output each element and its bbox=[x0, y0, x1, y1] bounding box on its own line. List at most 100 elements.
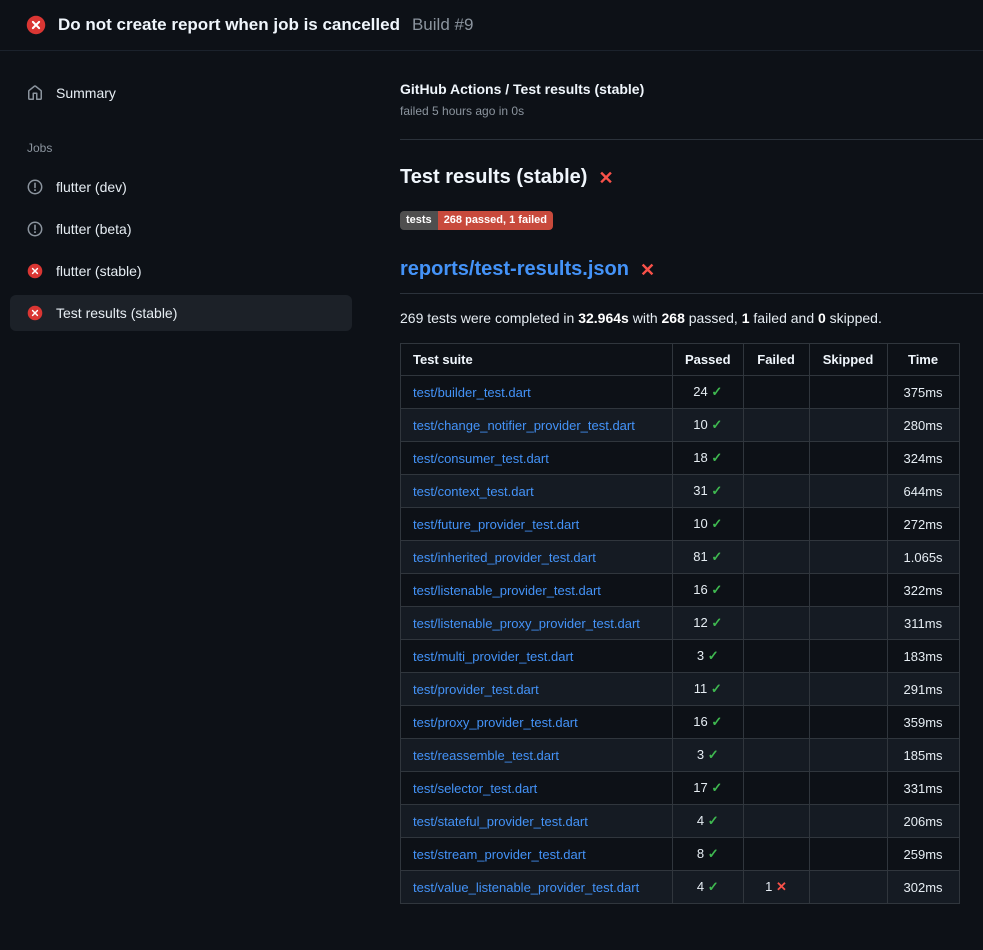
suite-link[interactable]: test/selector_test.dart bbox=[413, 781, 537, 796]
skipped-cell bbox=[809, 640, 887, 673]
time-cell: 311ms bbox=[887, 607, 959, 640]
failed-cell: 1 ✕ bbox=[743, 871, 809, 904]
failed-cell bbox=[743, 475, 809, 508]
count-value: 18 bbox=[693, 450, 707, 465]
skipped-cell bbox=[809, 475, 887, 508]
summary-passed-count: 268 bbox=[662, 310, 685, 326]
time-cell: 322ms bbox=[887, 574, 959, 607]
suite-link[interactable]: test/inherited_provider_test.dart bbox=[413, 550, 596, 565]
suite-link[interactable]: test/proxy_provider_test.dart bbox=[413, 715, 578, 730]
sidebar-item-summary[interactable]: Summary bbox=[10, 75, 352, 111]
run-failed-icon bbox=[26, 15, 46, 35]
suite-link[interactable]: test/change_notifier_provider_test.dart bbox=[413, 418, 635, 433]
time-cell: 185ms bbox=[887, 739, 959, 772]
skipped-cell bbox=[809, 508, 887, 541]
failed-cell bbox=[743, 508, 809, 541]
suite-link[interactable]: test/context_test.dart bbox=[413, 484, 534, 499]
suite-link[interactable]: test/stateful_provider_test.dart bbox=[413, 814, 588, 829]
x-circle-icon bbox=[27, 305, 43, 321]
pass-check-icon: ✓ bbox=[711, 384, 722, 399]
pass-check-icon: ✓ bbox=[711, 714, 722, 729]
count-value: 11 bbox=[694, 681, 708, 696]
run-title: Do not create report when job is cancell… bbox=[58, 15, 400, 35]
suite-cell: test/listenable_provider_test.dart bbox=[401, 574, 673, 607]
summary-skipped-count: 0 bbox=[818, 310, 826, 326]
suite-link[interactable]: test/stream_provider_test.dart bbox=[413, 847, 586, 862]
suite-link[interactable]: test/listenable_provider_test.dart bbox=[413, 583, 601, 598]
failed-cell bbox=[743, 574, 809, 607]
time-cell: 359ms bbox=[887, 706, 959, 739]
column-header-time: Time bbox=[887, 344, 959, 376]
count-value: 3 bbox=[697, 648, 704, 663]
column-header-test-suite: Test suite bbox=[401, 344, 673, 376]
breadcrumb[interactable]: GitHub Actions / Test results (stable) bbox=[400, 81, 983, 97]
suite-cell: test/stateful_provider_test.dart bbox=[401, 805, 673, 838]
app-root: Do not create report when job is cancell… bbox=[0, 0, 983, 904]
suite-cell: test/future_provider_test.dart bbox=[401, 508, 673, 541]
suite-link[interactable]: test/reassemble_test.dart bbox=[413, 748, 559, 763]
table-row: test/future_provider_test.dart 10 ✓ 272m… bbox=[401, 508, 960, 541]
failed-cell bbox=[743, 376, 809, 409]
suite-link[interactable]: test/multi_provider_test.dart bbox=[413, 649, 573, 664]
sidebar: Summary Jobs flutter (dev) flutter (beta… bbox=[0, 51, 370, 331]
column-header-skipped: Skipped bbox=[809, 344, 887, 376]
time-cell: 206ms bbox=[887, 805, 959, 838]
column-header-failed: Failed bbox=[743, 344, 809, 376]
skipped-cell bbox=[809, 376, 887, 409]
failed-cell bbox=[743, 541, 809, 574]
table-row: test/change_notifier_provider_test.dart … bbox=[401, 409, 960, 442]
passed-cell: 16 ✓ bbox=[673, 706, 744, 739]
pass-check-icon: ✓ bbox=[711, 450, 722, 465]
job-label: flutter (beta) bbox=[56, 221, 131, 237]
sidebar-item-flutter-stable[interactable]: flutter (stable) bbox=[10, 253, 352, 289]
failed-cell bbox=[743, 739, 809, 772]
table-row: test/selector_test.dart 17 ✓ 331ms bbox=[401, 772, 960, 805]
suite-link[interactable]: test/builder_test.dart bbox=[413, 385, 531, 400]
sidebar-item-flutter-beta[interactable]: flutter (beta) bbox=[10, 211, 352, 247]
skipped-cell bbox=[809, 805, 887, 838]
suite-link[interactable]: test/provider_test.dart bbox=[413, 682, 539, 697]
pass-check-icon: ✓ bbox=[711, 483, 722, 498]
count-value: 3 bbox=[697, 747, 704, 762]
suite-link[interactable]: test/consumer_test.dart bbox=[413, 451, 549, 466]
passed-cell: 10 ✓ bbox=[673, 508, 744, 541]
table-row: test/consumer_test.dart 18 ✓ 324ms bbox=[401, 442, 960, 475]
suite-link[interactable]: test/listenable_proxy_provider_test.dart bbox=[413, 616, 640, 631]
sidebar-item-flutter-dev[interactable]: flutter (dev) bbox=[10, 169, 352, 205]
passed-cell: 18 ✓ bbox=[673, 442, 744, 475]
pass-check-icon: ✓ bbox=[711, 615, 722, 630]
time-cell: 375ms bbox=[887, 376, 959, 409]
run-build-number: Build #9 bbox=[412, 15, 473, 35]
x-circle-icon bbox=[27, 263, 43, 279]
suite-cell: test/stream_provider_test.dart bbox=[401, 838, 673, 871]
tests-badge: tests 268 passed, 1 failed bbox=[400, 211, 553, 230]
skipped-cell bbox=[809, 772, 887, 805]
table-row: test/provider_test.dart 11 ✓ 291ms bbox=[401, 673, 960, 706]
summary-text: passed, bbox=[685, 310, 742, 326]
run-header: Do not create report when job is cancell… bbox=[0, 0, 983, 51]
suite-cell: test/reassemble_test.dart bbox=[401, 739, 673, 772]
sidebar-item-test-results-stable[interactable]: Test results (stable) bbox=[10, 295, 352, 331]
suite-cell: test/builder_test.dart bbox=[401, 376, 673, 409]
suite-link[interactable]: test/value_listenable_provider_test.dart bbox=[413, 880, 639, 895]
count-value: 4 bbox=[697, 879, 704, 894]
passed-cell: 8 ✓ bbox=[673, 838, 744, 871]
failed-cell bbox=[743, 442, 809, 475]
table-row: test/context_test.dart 31 ✓ 644ms bbox=[401, 475, 960, 508]
home-icon bbox=[27, 85, 43, 101]
layout: Summary Jobs flutter (dev) flutter (beta… bbox=[0, 51, 983, 904]
passed-cell: 81 ✓ bbox=[673, 541, 744, 574]
count-value: 10 bbox=[693, 417, 707, 432]
table-row: test/listenable_proxy_provider_test.dart… bbox=[401, 607, 960, 640]
skipped-cell bbox=[809, 574, 887, 607]
failed-cell bbox=[743, 805, 809, 838]
passed-cell: 31 ✓ bbox=[673, 475, 744, 508]
failed-x-icon: ✕ bbox=[640, 261, 655, 279]
pass-check-icon: ✓ bbox=[711, 780, 722, 795]
time-cell: 324ms bbox=[887, 442, 959, 475]
suite-cell: test/consumer_test.dart bbox=[401, 442, 673, 475]
count-value: 16 bbox=[693, 714, 707, 729]
report-link[interactable]: reports/test-results.json bbox=[400, 258, 629, 281]
suite-link[interactable]: test/future_provider_test.dart bbox=[413, 517, 579, 532]
count-value: 10 bbox=[693, 516, 707, 531]
